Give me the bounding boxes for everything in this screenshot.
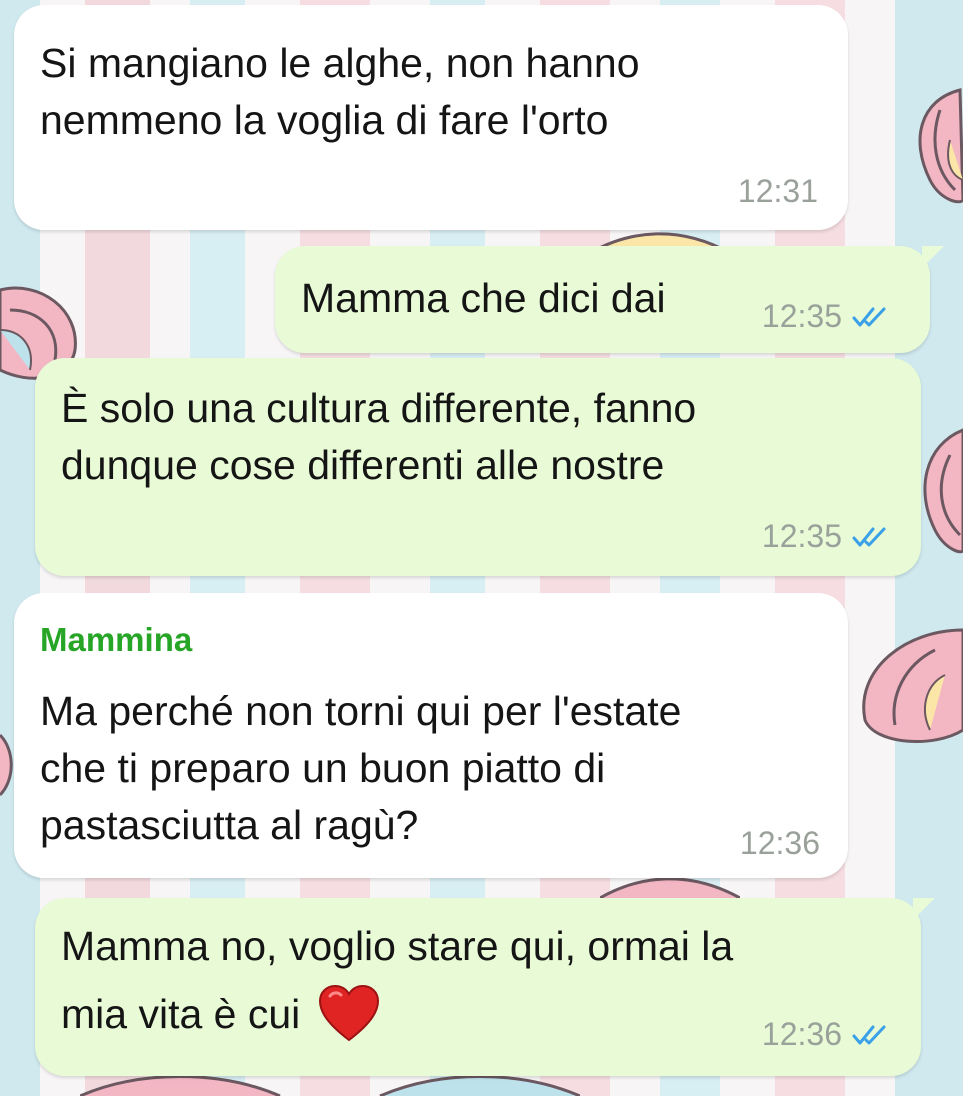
message-text-line: che ti preparo un buon piatto di [40,745,606,791]
message-timestamp: 12:31 [737,173,818,209]
shell-decoration [918,88,963,204]
message-text-line: nemmeno la voglia di fare l'orto [40,97,609,143]
message-timestamp: 12:36 [761,1016,842,1052]
message-meta: 12:36 [762,1016,888,1053]
message-bubble-outgoing[interactable]: Mamma no, voglio stare qui, ormai la mia… [35,898,921,1076]
message-bubble-incoming[interactable]: Mammina Ma perché non torni qui per l'es… [14,593,848,878]
shell-decoration [923,428,963,554]
message-bubble-outgoing[interactable]: Mamma che dici dai 12:35 [275,246,930,353]
message-bubble-outgoing[interactable]: È solo una cultura differente, fanno dun… [35,358,921,576]
red-heart-emoji-icon [318,984,379,1042]
read-receipt-icon [852,307,886,326]
message-text-line: pastasciutta al ragù? [40,802,419,848]
message-text-line: mia vita è cui [61,991,301,1037]
message-timestamp: 12:35 [761,298,842,334]
message-meta: 12:31 [738,173,818,210]
message-text-line: Mamma no, voglio stare qui, ormai la [61,923,734,969]
bubble-tail [922,246,944,268]
message-meta: 12:36 [740,825,820,862]
message-timestamp: 12:35 [761,518,842,554]
message-bubble-incoming[interactable]: Si mangiano le alghe, non hanno nemmeno … [14,5,848,230]
read-receipt-icon [852,1025,886,1044]
message-timestamp: 12:36 [739,825,820,861]
message-text-line: Si mangiano le alghe, non hanno [40,40,640,86]
message-text-line: Ma perché non torni qui per l'estate [40,688,682,734]
message-meta: 12:35 [762,518,888,555]
message-text-line: È solo una cultura differente, fanno [61,385,697,431]
read-receipt-icon [852,527,886,546]
message-text-line: Mamma che dici dai [301,275,666,321]
shell-decoration [862,628,963,743]
message-text-line: dunque cose differenti alle nostre [61,442,665,488]
message-text-line-with-emoji: mia vita è cui [61,984,380,1043]
message-meta: 12:35 [762,298,888,335]
bubble-tail [913,898,935,920]
sender-name[interactable]: Mammina [40,621,192,659]
